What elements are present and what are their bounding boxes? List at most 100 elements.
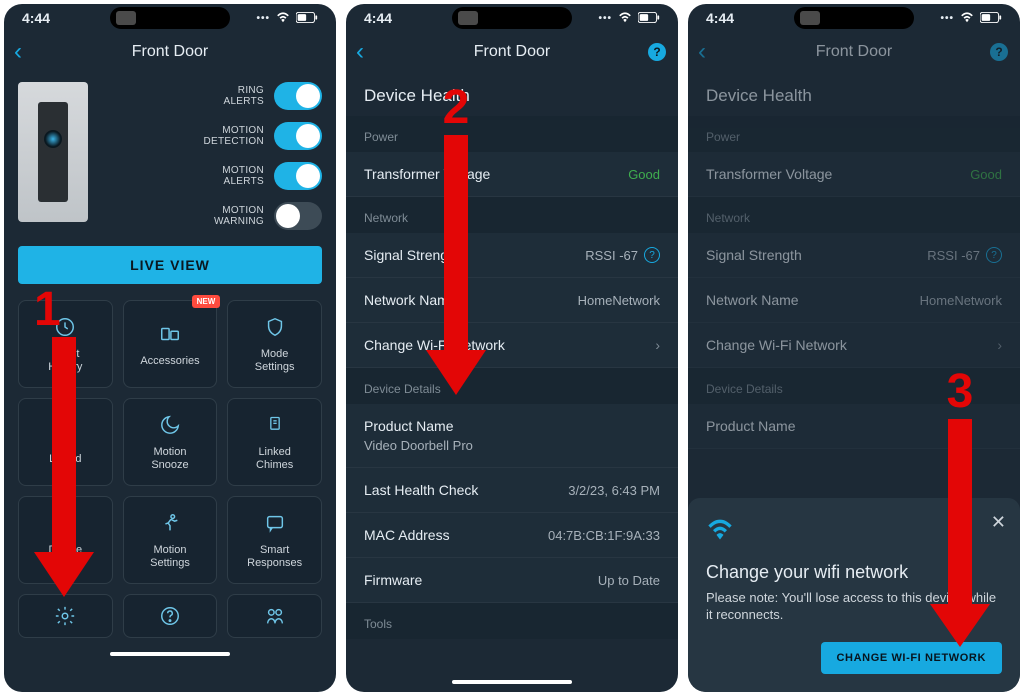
accessories-icon [157, 321, 183, 347]
tile-motion-snooze[interactable]: Motion Snooze [123, 398, 218, 486]
modal-title: Change your wifi network [706, 562, 1002, 583]
home-indicator[interactable] [110, 652, 230, 656]
wifi-icon [706, 518, 1002, 546]
info-icon[interactable]: ? [644, 247, 660, 263]
back-button[interactable]: ‹ [356, 40, 364, 64]
home-indicator[interactable] [452, 680, 572, 684]
row-label: Transformer Voltage [706, 166, 832, 182]
row-label: Change Wi-Fi Network [706, 337, 847, 353]
tile-motion-settings[interactable]: Motion Settings [123, 496, 218, 584]
more-dots-icon: ••• [940, 13, 954, 24]
tile-event-history[interactable]: Event History [18, 300, 113, 388]
motion-warning-label: MOTION WARNING [214, 205, 264, 227]
motion-warning-toggle[interactable] [274, 202, 322, 230]
tile-label: Linked [49, 453, 81, 466]
tile-linked-chimes[interactable]: Linked Chimes [227, 398, 322, 486]
help-icon [157, 603, 183, 629]
help-button[interactable]: ? [648, 43, 666, 61]
row-label: MAC Address [364, 527, 450, 543]
chime-icon [262, 412, 288, 438]
row-label: Network Name [706, 292, 799, 308]
row-signal-strength: Signal Strength RSSI -67? [688, 233, 1020, 278]
info-icon: ? [986, 247, 1002, 263]
tile-partial-1[interactable] [18, 594, 113, 638]
status-bar: 4:44 ••• [688, 4, 1020, 32]
row-label: Signal Strength [706, 247, 802, 263]
nav-bar: ‹ Front Door [4, 32, 336, 72]
change-wifi-modal: ✕ Change your wifi network Please note: … [688, 498, 1020, 692]
row-value: 3/2/23, 6:43 PM [568, 483, 660, 498]
wifi-icon [276, 10, 290, 26]
row-transformer-voltage: Transformer Voltage Good [346, 152, 678, 197]
dynamic-island [110, 7, 230, 29]
row-value: 04:7B:CB:1F:9A:33 [548, 528, 660, 543]
tile-label: Device Health [49, 544, 83, 569]
row-label: Firmware [364, 572, 422, 588]
motion-detection-toggle[interactable] [274, 122, 322, 150]
row-value: HomeNetwork [920, 293, 1002, 308]
row-change-wifi[interactable]: Change Wi-Fi Network › [346, 323, 678, 368]
tile-device-health[interactable]: Device Health [18, 496, 113, 584]
tile-label: Event History [48, 348, 82, 373]
row-value: Up to Date [598, 573, 660, 588]
page-title: Front Door [132, 43, 208, 61]
motion-alerts-label: MOTION ALERTS [222, 165, 264, 187]
tile-mode-settings[interactable]: Mode Settings [227, 300, 322, 388]
row-value: Video Doorbell Pro [364, 438, 473, 453]
row-product-name: Product Name Video Doorbell Pro [346, 404, 678, 468]
back-button[interactable]: ‹ [698, 40, 706, 64]
device-health-list[interactable]: Device Health Power Transformer Voltage … [346, 72, 678, 674]
row-network-name: Network Name HomeNetwork [688, 278, 1020, 323]
motion-alerts-toggle[interactable] [274, 162, 322, 190]
screen-3-change-wifi-modal: 4:44 ••• ‹ Front Door ? Device Health Po… [688, 4, 1020, 692]
status-bar: 4:44 ••• [346, 4, 678, 32]
back-button[interactable]: ‹ [14, 40, 22, 64]
group-device-details: Device Details [688, 368, 1020, 404]
row-label: Transformer Voltage [364, 166, 490, 182]
group-network: Network [688, 197, 1020, 233]
wifi-icon [618, 10, 632, 26]
status-time: 4:44 [364, 10, 424, 26]
more-dots-icon: ••• [256, 13, 270, 24]
battery-icon [638, 10, 660, 26]
help-button[interactable]: ? [990, 43, 1008, 61]
modal-body-text: Please note: You'll lose access to this … [706, 589, 1002, 624]
row-firmware: Firmware Up to Date [346, 558, 678, 603]
group-network: Network [346, 197, 678, 233]
change-wifi-confirm-button[interactable]: CHANGE WI-FI NETWORK [821, 642, 1002, 674]
tile-label: Motion Snooze [151, 446, 188, 471]
ring-alerts-toggle[interactable] [274, 82, 322, 110]
close-button[interactable]: ✕ [991, 512, 1006, 533]
motion-detection-label: MOTION DETECTION [204, 125, 264, 147]
row-label: Network Name [364, 292, 457, 308]
row-signal-strength: Signal Strength RSSI -67? [346, 233, 678, 278]
status-right-icons: ••• [942, 10, 1002, 26]
row-label: Last Health Check [364, 482, 478, 498]
tile-label: Motion Settings [150, 544, 190, 569]
tile-smart-responses[interactable]: Smart Responses [227, 496, 322, 584]
group-tools: Tools [346, 603, 678, 639]
status-time: 4:44 [22, 10, 82, 26]
tile-label: Mode Settings [255, 348, 295, 373]
battery-icon [296, 10, 318, 26]
row-value: RSSI -67 [927, 248, 980, 263]
row-value: Good [970, 167, 1002, 182]
wifi-icon [960, 10, 974, 26]
history-icon [52, 314, 78, 340]
toggle-column: RING ALERTS MOTION DETECTION MOTION ALER… [98, 82, 322, 230]
tile-linked[interactable]: Linked [18, 398, 113, 486]
tile-partial-3[interactable] [227, 594, 322, 638]
group-device-details: Device Details [346, 368, 678, 404]
tile-partial-2[interactable] [123, 594, 218, 638]
chat-icon [262, 510, 288, 536]
device-image [18, 82, 88, 222]
row-label: Signal Strength [364, 247, 460, 263]
status-right-icons: ••• [258, 10, 318, 26]
ring-alerts-label: RING ALERTS [223, 85, 264, 107]
page-title: Front Door [474, 43, 550, 61]
tile-label: Smart Responses [247, 544, 302, 569]
row-label: Product Name [364, 418, 453, 434]
moon-icon [157, 412, 183, 438]
tile-accessories[interactable]: NEW Accessories [123, 300, 218, 388]
live-view-button[interactable]: LIVE VIEW [18, 246, 322, 284]
